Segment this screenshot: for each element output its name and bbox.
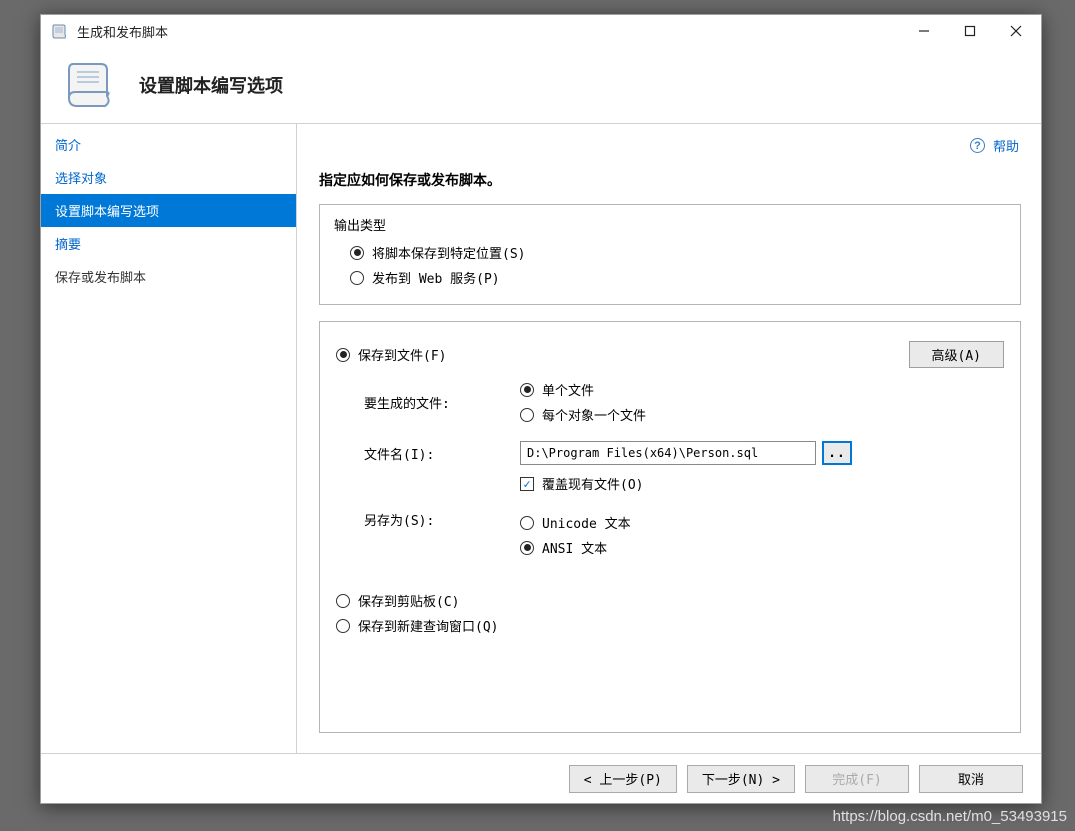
window-title: 生成和发布脚本: [77, 22, 901, 41]
radio-label: 保存到新建查询窗口(Q): [358, 616, 498, 635]
filename-input[interactable]: [520, 441, 816, 465]
wizard-header: 设置脚本编写选项: [41, 47, 1041, 123]
wizard-window: 生成和发布脚本 设置脚本编写选项 简介: [40, 14, 1042, 804]
radio-icon: [350, 246, 364, 260]
script-icon: [61, 56, 119, 114]
radio-per-object[interactable]: 每个对象一个文件: [520, 402, 1004, 427]
radio-save-clipboard[interactable]: 保存到剪贴板(C): [336, 588, 1004, 613]
page-title: 设置脚本编写选项: [139, 72, 283, 98]
next-button[interactable]: 下一步(N) >: [687, 765, 795, 793]
app-icon: [51, 22, 69, 40]
title-bar: 生成和发布脚本: [41, 15, 1041, 47]
wizard-content: ? 帮助 指定应如何保存或发布脚本。 输出类型 将脚本保存到特定位置(S) 发布…: [297, 124, 1041, 753]
finish-button: 完成(F): [805, 765, 909, 793]
file-options: 要生成的文件: 单个文件 每个对象一个文件: [336, 377, 1004, 560]
cancel-button[interactable]: 取消: [919, 765, 1023, 793]
files-to-generate-label: 要生成的文件:: [364, 393, 520, 412]
close-button[interactable]: [993, 16, 1039, 46]
radio-icon: [520, 383, 534, 397]
wizard-body: 简介 选择对象 设置脚本编写选项 摘要 保存或发布脚本 ? 帮助 指定应如何保存…: [41, 124, 1041, 753]
window-controls: [901, 16, 1039, 46]
nav-summary[interactable]: 摘要: [41, 227, 296, 260]
nav-set-options[interactable]: 设置脚本编写选项: [41, 194, 296, 227]
radio-icon: [350, 271, 364, 285]
radio-icon: [520, 516, 534, 530]
radio-icon: [520, 408, 534, 422]
nav-choose-objects[interactable]: 选择对象: [41, 161, 296, 194]
radio-save-location[interactable]: 将脚本保存到特定位置(S): [334, 240, 1006, 265]
radio-label: 保存到文件(F): [358, 345, 446, 364]
save-as-label: 另存为(S):: [364, 510, 520, 529]
checkbox-overwrite[interactable]: ✓ 覆盖现有文件(O): [520, 471, 643, 496]
maximize-button[interactable]: [947, 16, 993, 46]
radio-unicode[interactable]: Unicode 文本: [520, 510, 1004, 535]
filename-label: 文件名(I):: [364, 444, 520, 463]
advanced-button[interactable]: 高级(A): [909, 341, 1004, 368]
radio-label: 单个文件: [542, 380, 594, 399]
wizard-footer: < 上一步(P) 下一步(N) > 完成(F) 取消: [41, 753, 1041, 803]
radio-label: 保存到剪贴板(C): [358, 591, 459, 610]
instruction-text: 指定应如何保存或发布脚本。: [319, 170, 1021, 190]
nav-intro[interactable]: 简介: [41, 128, 296, 161]
radio-icon: [336, 594, 350, 608]
radio-icon: [520, 541, 534, 555]
radio-label: 将脚本保存到特定位置(S): [372, 243, 525, 262]
minimize-button[interactable]: [901, 16, 947, 46]
radio-label: 每个对象一个文件: [542, 405, 646, 424]
output-type-legend: 输出类型: [334, 215, 1006, 234]
watermark: https://blog.csdn.net/m0_53493915: [833, 808, 1067, 825]
radio-label: Unicode 文本: [542, 513, 631, 532]
radio-icon: [336, 619, 350, 633]
radio-save-new-query[interactable]: 保存到新建查询窗口(Q): [336, 613, 1004, 638]
radio-single-file[interactable]: 单个文件: [520, 377, 1004, 402]
help-label: 帮助: [993, 136, 1019, 155]
wizard-sidebar: 简介 选择对象 设置脚本编写选项 摘要 保存或发布脚本: [41, 124, 297, 753]
help-icon: ?: [970, 138, 985, 153]
radio-save-to-file[interactable]: 保存到文件(F) 高级(A): [336, 338, 1004, 371]
nav-save-publish: 保存或发布脚本: [41, 260, 296, 293]
checkbox-label: 覆盖现有文件(O): [542, 474, 643, 493]
radio-publish-web[interactable]: 发布到 Web 服务(P): [334, 265, 1006, 290]
checkbox-icon: ✓: [520, 477, 534, 491]
radio-ansi[interactable]: ANSI 文本: [520, 535, 1004, 560]
radio-label: 发布到 Web 服务(P): [372, 268, 500, 287]
radio-label: ANSI 文本: [542, 538, 607, 557]
prev-button[interactable]: < 上一步(P): [569, 765, 677, 793]
save-options-group: 保存到文件(F) 高级(A) 要生成的文件: 单个文件: [319, 321, 1021, 733]
output-type-group: 输出类型 将脚本保存到特定位置(S) 发布到 Web 服务(P): [319, 204, 1021, 305]
radio-icon: [336, 348, 350, 362]
help-link[interactable]: ? 帮助: [970, 136, 1019, 155]
browse-button[interactable]: ..: [822, 441, 852, 465]
